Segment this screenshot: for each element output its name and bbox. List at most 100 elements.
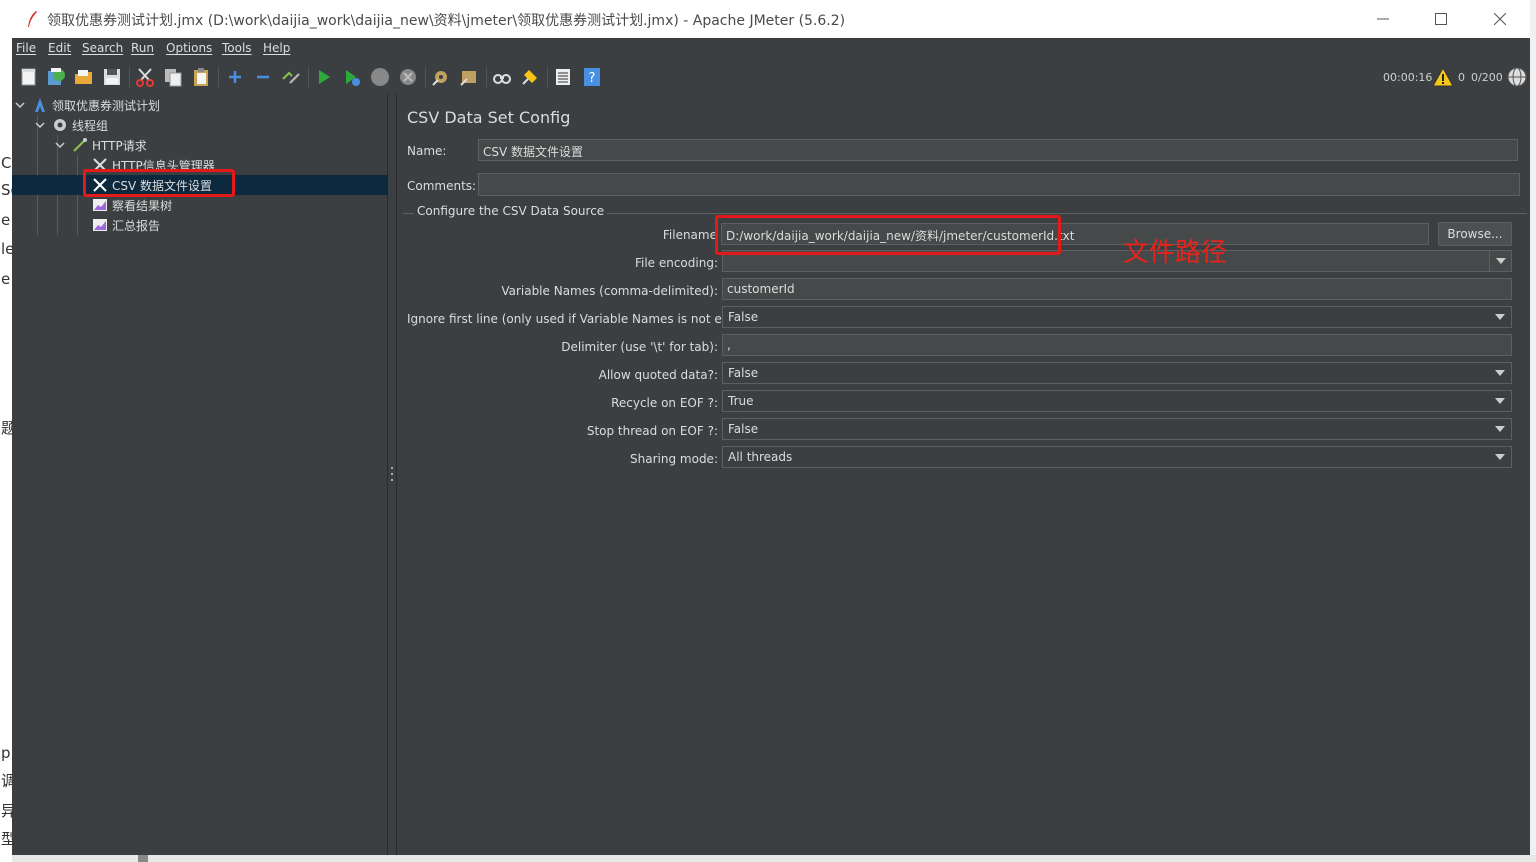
group-title: Configure the CSV Data Source bbox=[414, 204, 608, 218]
menu-bar: File Edit Search Run Options Tools Help bbox=[12, 38, 1530, 60]
ignore-first-line-combo[interactable]: False bbox=[722, 306, 1512, 328]
reset-search-icon bbox=[522, 70, 537, 85]
background-text: p bbox=[1, 744, 11, 762]
recycle-eof-value: True bbox=[728, 394, 754, 408]
start-icon bbox=[319, 70, 330, 84]
search-icon bbox=[493, 74, 511, 84]
close-icon bbox=[1494, 13, 1506, 25]
tree-node-thread-group[interactable]: 线程组 bbox=[34, 115, 108, 135]
elapsed-time: 00:00:16 bbox=[1383, 71, 1433, 84]
toggle-button[interactable] bbox=[280, 66, 302, 88]
comments-field[interactable] bbox=[478, 173, 1520, 196]
chevron-down-icon bbox=[55, 142, 65, 149]
help-button[interactable]: ? bbox=[581, 66, 603, 88]
start-button[interactable] bbox=[313, 66, 335, 88]
sharing-mode-value: All threads bbox=[728, 450, 793, 464]
chevron-down-icon bbox=[1495, 370, 1505, 376]
jmeter-window: 领取优惠券测试计划.jmx (D:\work\daijia_work\daiji… bbox=[12, 0, 1530, 855]
highlight-box bbox=[83, 169, 235, 197]
stop-thread-eof-value: False bbox=[728, 422, 759, 436]
save-icon bbox=[104, 69, 120, 85]
encoding-dropdown[interactable] bbox=[1489, 251, 1511, 271]
chevron-down-icon bbox=[1495, 398, 1505, 404]
globe-icon[interactable] bbox=[1506, 66, 1528, 88]
varnames-field[interactable]: customerId bbox=[722, 278, 1512, 300]
gear-icon bbox=[54, 119, 66, 131]
quoted-data-combo[interactable]: False bbox=[722, 362, 1512, 384]
maximize-icon bbox=[1435, 13, 1447, 25]
menu-edit[interactable]: Edit bbox=[48, 41, 71, 55]
recycle-eof-combo[interactable]: True bbox=[722, 390, 1512, 412]
sharing-mode-combo[interactable]: All threads bbox=[722, 446, 1512, 468]
tree-node-label: 察看结果树 bbox=[112, 198, 173, 213]
save-button[interactable] bbox=[101, 66, 123, 88]
shutdown-button[interactable] bbox=[397, 66, 419, 88]
browse-button[interactable]: Browse... bbox=[1438, 222, 1512, 246]
test-plan-tree: 领取优惠券测试计划 线程组 HTTP请求 HTTP信息头管理器 CSV 数据文件… bbox=[12, 93, 388, 855]
ignore-first-line-label: Ignore first line (only used if Variable… bbox=[407, 312, 762, 326]
chevron-down-icon bbox=[15, 102, 25, 109]
copy-button[interactable] bbox=[162, 66, 184, 88]
new-button[interactable] bbox=[18, 66, 40, 88]
tree-node-http-request[interactable]: HTTP请求 bbox=[54, 135, 147, 155]
clear-button[interactable] bbox=[430, 66, 452, 88]
cut-button[interactable] bbox=[134, 66, 156, 88]
templates-icon bbox=[48, 68, 65, 85]
split-pane-divider[interactable] bbox=[388, 93, 397, 855]
name-field[interactable]: CSV 数据文件设置 bbox=[478, 139, 1518, 161]
search-button[interactable] bbox=[491, 66, 513, 88]
tree-node-label: 汇总报告 bbox=[112, 218, 161, 233]
collapse-all-button[interactable] bbox=[252, 66, 274, 88]
open-button[interactable] bbox=[73, 66, 95, 88]
toolbar: ? 00:00:16 0 0/200 bbox=[12, 62, 1530, 92]
chevron-down-icon bbox=[1495, 314, 1505, 320]
warning-icon[interactable] bbox=[1432, 66, 1454, 88]
menu-options[interactable]: Options bbox=[166, 41, 212, 55]
delimiter-field[interactable]: , bbox=[722, 334, 1512, 356]
menu-help[interactable]: Help bbox=[263, 41, 290, 55]
shutdown-icon bbox=[400, 69, 416, 85]
tree-node-label: 线程组 bbox=[72, 118, 109, 133]
drag-handle-icon bbox=[391, 467, 393, 481]
ignore-first-line-value: False bbox=[728, 310, 759, 324]
background-scrollbar bbox=[12, 855, 1536, 862]
tree-node-test-plan[interactable]: 领取优惠券测试计划 bbox=[14, 95, 160, 115]
menu-run[interactable]: Run bbox=[131, 41, 154, 55]
clear-all-button[interactable] bbox=[458, 66, 480, 88]
menu-file[interactable]: File bbox=[16, 41, 36, 55]
background-window: C Se e le e 题 p 调 异 型 bbox=[0, 0, 20, 862]
open-icon bbox=[75, 70, 92, 84]
close-button[interactable] bbox=[1478, 8, 1522, 30]
stop-button[interactable] bbox=[369, 66, 391, 88]
quoted-data-label: Allow quoted data?: bbox=[598, 368, 718, 382]
chevron-down-icon bbox=[35, 122, 45, 129]
comments-label: Comments: bbox=[407, 179, 477, 193]
start-no-pauses-button[interactable] bbox=[341, 66, 363, 88]
expand-icon bbox=[229, 71, 241, 83]
name-label: Name: bbox=[407, 144, 447, 158]
menu-tools[interactable]: Tools bbox=[222, 41, 252, 55]
active-threads: 0/200 bbox=[1471, 71, 1503, 84]
tree-node-summary-report[interactable]: 汇总报告 bbox=[92, 215, 160, 235]
function-helper-button[interactable] bbox=[552, 66, 574, 88]
window-title: 领取优惠券测试计划.jmx (D:\work\daijia_work\daiji… bbox=[47, 13, 846, 29]
title-bar: 领取优惠券测试计划.jmx (D:\work\daijia_work\daiji… bbox=[12, 0, 1530, 38]
help-icon: ? bbox=[584, 68, 600, 86]
test-plan-icon bbox=[35, 98, 45, 112]
menu-search[interactable]: Search bbox=[82, 41, 123, 55]
stop-thread-eof-combo[interactable]: False bbox=[722, 418, 1512, 440]
minimize-button[interactable] bbox=[1361, 8, 1405, 30]
clear-icon bbox=[432, 71, 447, 86]
templates-button[interactable] bbox=[45, 66, 67, 88]
clear-all-icon bbox=[460, 71, 476, 86]
tree-node-label: HTTP请求 bbox=[92, 138, 147, 153]
maximize-button[interactable] bbox=[1419, 8, 1463, 30]
reset-search-button[interactable] bbox=[519, 66, 541, 88]
pipette-icon bbox=[73, 138, 87, 152]
recycle-eof-label: Recycle on EOF ?: bbox=[611, 396, 718, 410]
page-title: CSV Data Set Config bbox=[407, 108, 571, 127]
tree-node-results-tree[interactable]: 察看结果树 bbox=[92, 195, 172, 215]
function-helper-icon bbox=[556, 69, 570, 85]
paste-button[interactable] bbox=[190, 66, 212, 88]
expand-all-button[interactable] bbox=[224, 66, 246, 88]
